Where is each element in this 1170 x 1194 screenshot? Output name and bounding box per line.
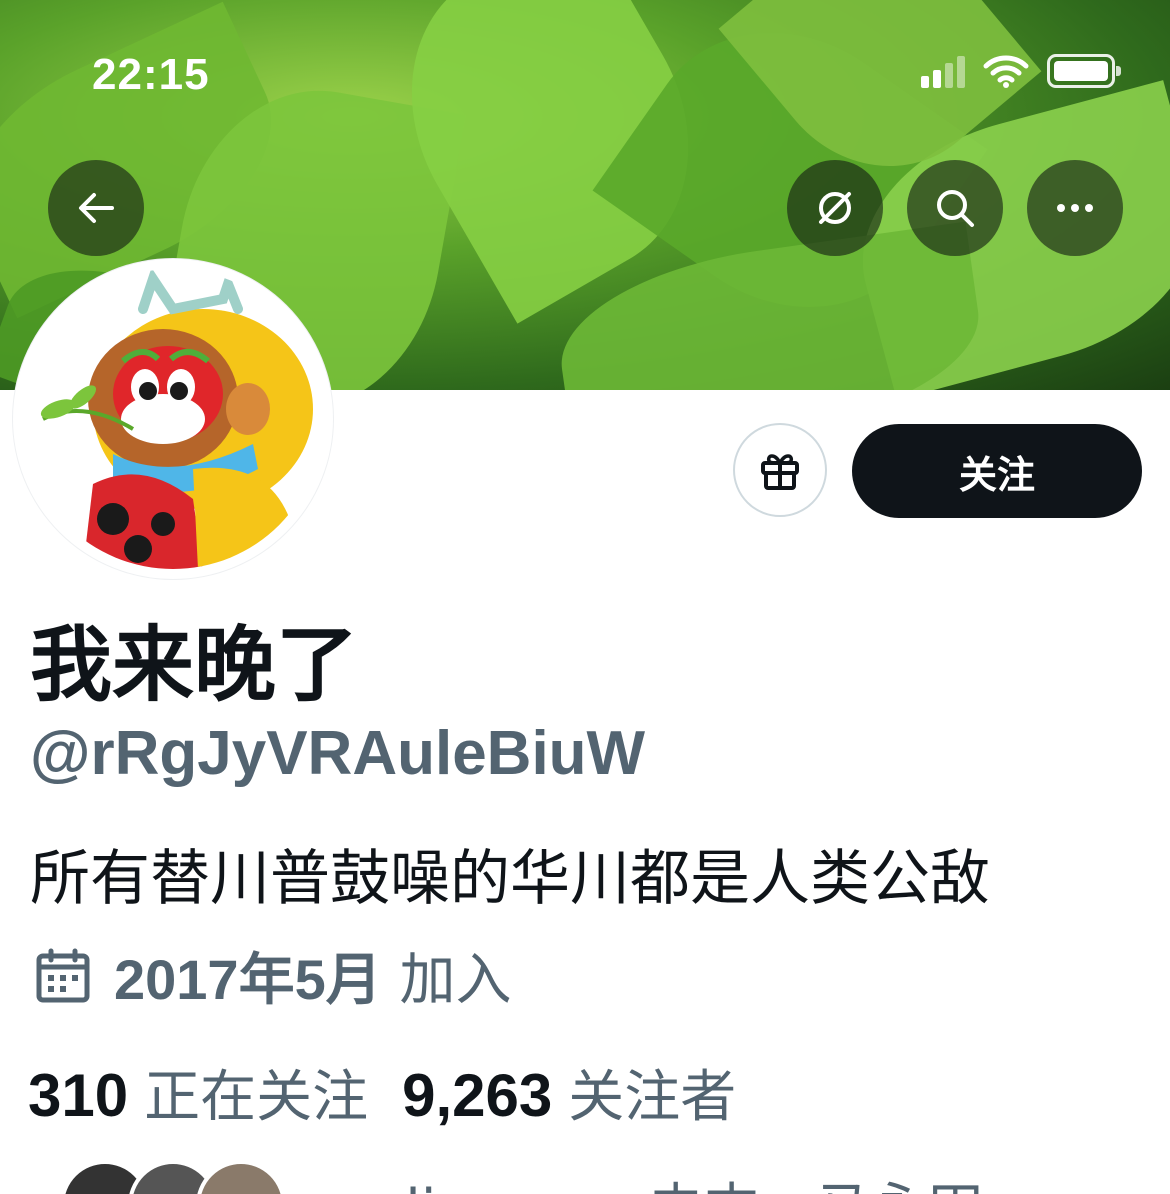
followers-stat[interactable]: 9,263 关注者 xyxy=(402,1052,736,1133)
wifi-icon xyxy=(983,55,1029,88)
profile-avatar[interactable] xyxy=(13,259,333,579)
gift-icon xyxy=(761,454,799,490)
status-icons xyxy=(921,54,1121,88)
followers-label: 关注者 xyxy=(568,1065,737,1130)
following-stat[interactable]: 310 正在关注 xyxy=(28,1052,368,1133)
more-button[interactable] xyxy=(1027,160,1123,256)
followed-by-row[interactable]: wulisoren、史杰、马永田 xyxy=(60,1160,984,1194)
more-horizontal-icon xyxy=(1057,204,1093,212)
monkey-king-avatar xyxy=(23,269,323,569)
mini-avatar xyxy=(196,1160,286,1194)
follow-stats: 310 正在关注 9,263 关注者 xyxy=(28,1052,736,1133)
profile-bio: 所有替川普鼓噪的华川都是人类公敌 xyxy=(30,844,990,914)
signal-icon xyxy=(921,54,965,88)
followers-count: 9,263 xyxy=(402,1062,553,1129)
followed-by-avatars xyxy=(60,1160,286,1194)
search-icon xyxy=(937,190,974,227)
joined-suffix: 加入 xyxy=(399,948,512,1013)
following-count: 310 xyxy=(28,1062,129,1129)
user-handle: @rRgJyVRAuleBiuW xyxy=(30,719,646,788)
display-name: 我来晚了 xyxy=(30,618,359,713)
back-button[interactable] xyxy=(48,160,144,256)
grok-button[interactable] xyxy=(787,160,883,256)
status-time: 22:15 xyxy=(92,50,210,99)
grok-icon xyxy=(819,192,851,224)
joined-date: 2017年5月 xyxy=(114,948,382,1011)
search-button[interactable] xyxy=(907,160,1003,256)
follow-button[interactable]: 关注 xyxy=(852,424,1142,518)
followed-by-names: wulisoren、史杰、马永田 xyxy=(324,1165,984,1194)
arrow-left-icon xyxy=(79,193,114,223)
following-label: 正在关注 xyxy=(144,1065,369,1130)
battery-icon xyxy=(1047,54,1121,88)
calendar-icon xyxy=(36,948,90,1002)
joined-date-row: 2017年5月 加入 xyxy=(34,935,512,1016)
gift-button[interactable] xyxy=(733,423,827,517)
